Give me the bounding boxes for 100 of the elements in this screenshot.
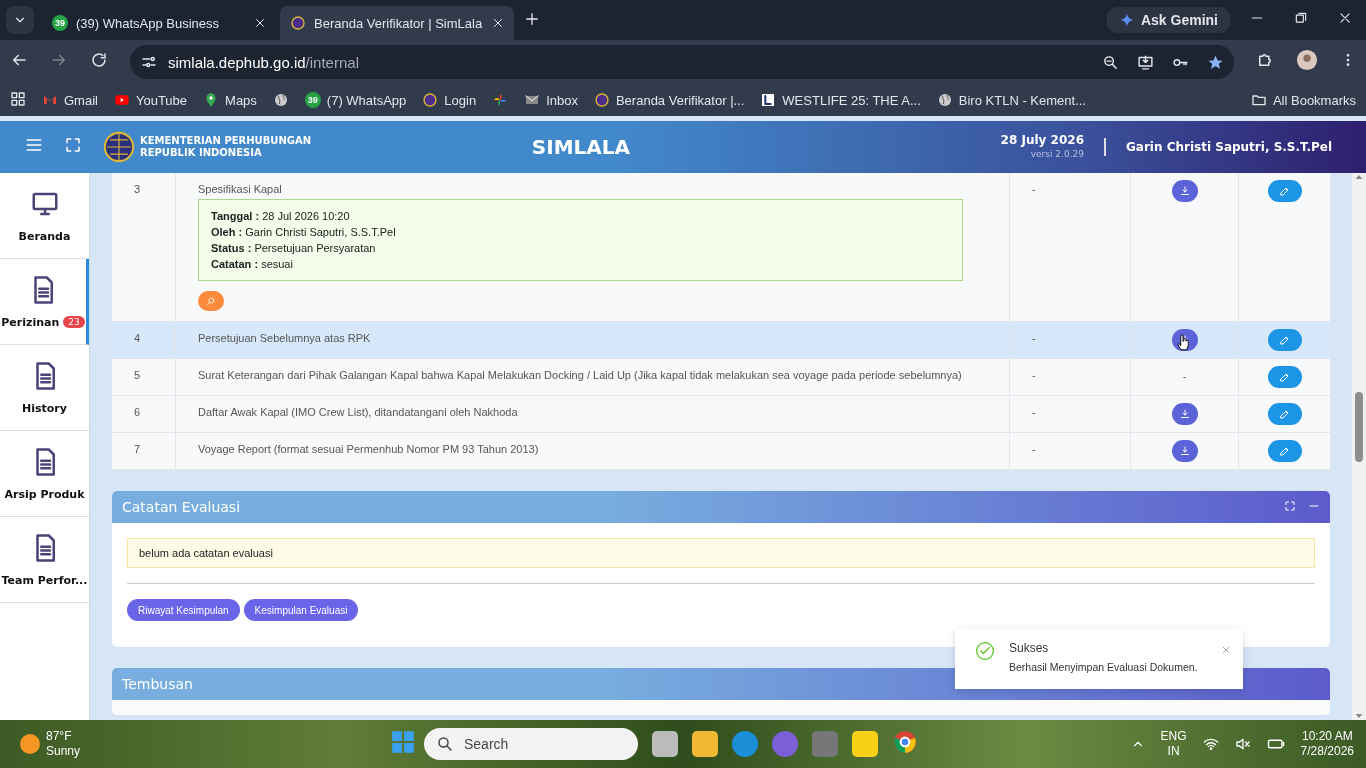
search-button[interactable] [198,291,224,311]
card-title: Catatan Evaluasi [122,499,242,515]
user-name: Garin Christi Saputri, S.S.T.Pel [1126,140,1332,154]
sidebar-item[interactable]: History [0,345,89,431]
fullscreen-icon [64,136,82,154]
edit-icon [1278,334,1291,346]
muted-speaker-icon [1234,736,1251,752]
ask-gemini-button[interactable]: Ask Gemini [1106,7,1230,33]
bookmark[interactable] [272,92,289,108]
temperature: 87°F [46,729,73,744]
clock-time[interactable]: 10:20 AM [1300,729,1354,744]
table-cell: 7 [112,433,176,470]
document-name: Voyage Report (format sesuai Permenhub Nomor PM 93 Tahun 2013) [198,443,540,455]
toast-title: Sukses [1009,641,1050,655]
browser-icon [892,729,918,755]
table-cell: - [1010,433,1131,470]
sticky-note-icon[interactable] [852,731,878,757]
download-icon [1178,408,1191,420]
search-field[interactable]: Search [424,728,638,760]
table-cell: - [1010,359,1131,396]
all-bookmarks-button[interactable]: All Bookmarks [1250,92,1356,108]
app-title: SIMLALA [530,135,631,159]
weather-text: Sunny [46,744,81,759]
hand-cursor-icon [1174,333,1192,351]
region-text[interactable]: IN [1160,744,1187,759]
table-cell: 5 [112,359,176,396]
ministry-name: KEMENTERIAN PERHUBUNGAN REPUBLIK INDONESIA [140,135,312,159]
log-panel: Tanggal : 28 Jul 2026 10:20 Oleh : Garin Christi Saputri, S.S.T.Pel Status : Persetujuan Persyaratan Catatan : sesuai [198,199,963,281]
edit-icon [1278,408,1291,420]
edit-icon [1278,445,1291,457]
count-badge: 23 [63,316,85,328]
bookmark[interactable]: 39 (7) WhatsApp [304,92,407,108]
close-icon [492,17,504,29]
evaluation-note: belum ada catatan evaluasi [127,538,1315,568]
search-icon [436,735,454,753]
search-icon [206,296,216,306]
play-icon [113,92,130,108]
chat-badge-icon: 39 [52,15,68,31]
grid-icon [10,90,26,107]
table-cell: - [1010,396,1131,433]
language-text[interactable]: ENG [1160,729,1187,744]
expand-icon [1284,500,1296,512]
sidebar-item[interactable]: Arsip Produk [0,431,89,517]
taskbar-app-icon[interactable] [652,731,678,757]
download-icon [1178,445,1191,457]
ministry-seal-icon [102,130,136,164]
seal-icon [593,92,610,108]
table-cell-text: - [1182,369,1187,384]
seal-icon [422,92,439,108]
edit-button[interactable] [1267,440,1302,462]
browser-tab[interactable]: Beranda Verifikator | SimLala [280,6,514,40]
close-icon [1221,645,1231,655]
table-cell: - [1010,322,1131,359]
globe-icon [936,92,953,108]
star-icon [1207,53,1224,71]
sidebar-item[interactable]: Perizinan 23 [0,259,89,345]
pinwheel-icon [492,92,509,108]
bookmark[interactable]: YouTube [113,92,188,108]
seal-icon [290,15,306,31]
zoom-icon [1102,53,1119,71]
action-button[interactable]: Kesimpulan Evaluasi [243,599,359,621]
sidebar-item[interactable]: Beranda [0,173,89,259]
browser-tab[interactable]: 39 (39) WhatsApp Business [42,6,276,40]
wifi-icon [1202,736,1219,752]
scrollbar-thumb[interactable] [1355,391,1363,462]
version-text: versi 2.0.29 [1029,148,1084,161]
bookmark[interactable]: Gmail [42,92,98,108]
document-name: Persetujuan Sebelumnya atas RPK [198,332,372,344]
card-title: Tembusan [122,676,194,692]
globe-icon [272,92,289,108]
edit-button[interactable] [1267,366,1302,388]
avatar-icon [1296,49,1318,71]
windows-logo-icon [390,729,416,755]
document-name: Spesifikasi Kapal [198,183,283,195]
close-icon [1338,11,1352,25]
check-circle-icon [975,641,995,661]
bookmark[interactable] [492,92,509,108]
table-cell: 6 [112,396,176,433]
address-bar[interactable]: simlala.dephub.go.id/internal [130,45,1234,79]
edit-button[interactable] [1267,403,1302,425]
square-logo-icon [760,92,777,108]
taskbar-app-icon[interactable] [732,731,758,757]
bookmark[interactable]: WESTLIFE 25: THE A... [760,92,921,108]
sidebar-item[interactable]: Team Perfor... [0,517,89,603]
bookmark[interactable]: Login [422,92,477,108]
restore-icon [1294,11,1308,25]
bookmark[interactable]: Maps [203,92,257,108]
puzzle-icon [1256,51,1274,69]
bookmark[interactable]: Beranda Verifikator |... [593,92,745,108]
tab-list-button[interactable] [6,6,34,34]
clock-date[interactable]: 7/28/2026 [1300,744,1354,759]
action-button[interactable]: Riwayat Kesimpulan [127,599,240,621]
bookmark[interactable]: Biro KTLN - Kement... [936,92,1086,108]
edit-button[interactable] [1267,329,1302,351]
sun-icon [20,734,40,754]
bookmark[interactable]: Inbox [524,92,578,108]
chat-badge-icon: 39 [304,92,321,108]
edit-button[interactable] [1267,180,1302,202]
document-name: Daftar Awak Kapal (IMO Crew List), ditandatangani oleh Nakhoda [198,406,519,418]
toast-message: Berhasil Menyimpan Evaluasi Dokumen. [1009,661,1199,673]
